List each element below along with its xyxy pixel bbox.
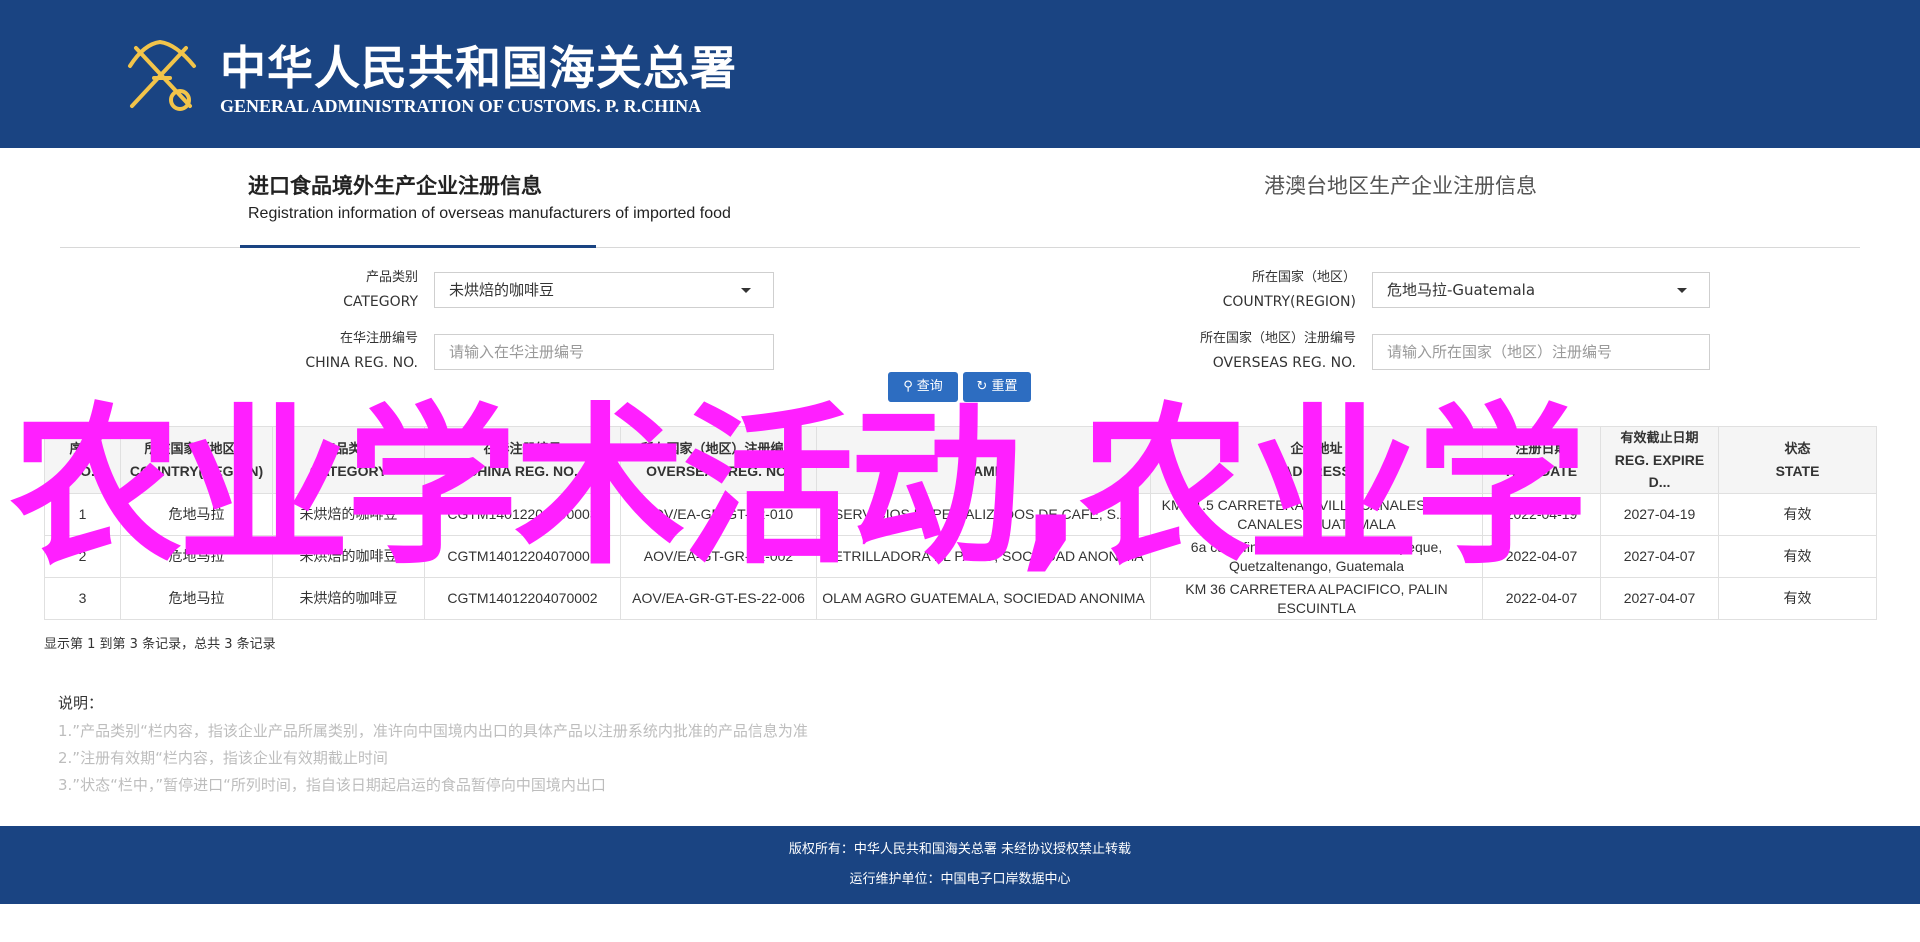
cell-expire-date: 2027-04-19 bbox=[1600, 493, 1719, 536]
overseas-reg-label-en: OVERSEAS REG. NO. bbox=[1212, 355, 1356, 371]
category-select[interactable]: 未烘焙的咖啡豆 bbox=[434, 272, 774, 308]
caret-down-icon bbox=[741, 288, 751, 293]
category-label-en: CATEGORY bbox=[343, 294, 418, 310]
overseas-reg-input[interactable]: 请输入所在国家（地区）注册编号 bbox=[1372, 334, 1710, 370]
note-item: 2.”注册有效期“栏内容，指该企业有效期截止时间 bbox=[58, 749, 388, 767]
country-select[interactable]: 危地马拉-Guatemala bbox=[1372, 272, 1710, 308]
china-reg-label-cn: 在华注册编号 bbox=[339, 331, 418, 346]
cell-state: 有效 bbox=[1718, 577, 1877, 620]
tab-overseas-registration[interactable]: 进口食品境外生产企业注册信息 bbox=[248, 170, 808, 200]
china-reg-label-en: CHINA REG. NO. bbox=[305, 355, 418, 371]
overseas-reg-label-cn: 所在国家（地区）注册编号 bbox=[1199, 331, 1356, 346]
cell-expire-date: 2027-04-07 bbox=[1600, 577, 1719, 620]
tab-active-indicator bbox=[240, 245, 596, 248]
site-header: 中华人民共和国海关总署 GENERAL ADMINISTRATION OF CU… bbox=[0, 0, 1920, 148]
footer-maintainer: 运行维护单位：中国电子口岸数据中心 bbox=[849, 872, 1071, 887]
col-header-state[interactable]: 状态 STATE bbox=[1718, 426, 1877, 494]
cell-state: 有效 bbox=[1718, 535, 1877, 578]
category-label: 产品类别 CATEGORY bbox=[300, 266, 418, 314]
china-reg-input[interactable]: 请输入在华注册编号 bbox=[434, 334, 774, 370]
cell-expire-date: 2027-04-07 bbox=[1600, 535, 1719, 578]
overseas-reg-placeholder: 请输入所在国家（地区）注册编号 bbox=[1387, 343, 1613, 361]
country-label: 所在国家（地区） COUNTRY(REGION) bbox=[1150, 266, 1356, 314]
cell-state: 有效 bbox=[1718, 493, 1877, 536]
note-item: 3.”状态“栏中，”暂停进口“所列时间，指自该日期起启运的食品暂停向中国境内出口 bbox=[58, 776, 606, 794]
china-reg-label: 在华注册编号 CHINA REG. NO. bbox=[280, 327, 418, 375]
col-header-expire-date[interactable]: 有效截止日期 REG. EXPIRE D... bbox=[1600, 426, 1719, 494]
country-label-en: COUNTRY(REGION) bbox=[1222, 294, 1356, 310]
overseas-reg-label: 所在国家（地区）注册编号 OVERSEAS REG. NO. bbox=[1150, 327, 1356, 375]
category-label-cn: 产品类别 bbox=[365, 270, 418, 285]
site-title-en: GENERAL ADMINISTRATION OF CUSTOMS. P. R.… bbox=[220, 96, 702, 116]
notes-title: 说明： bbox=[58, 694, 104, 712]
customs-emblem-icon bbox=[128, 39, 196, 111]
footer-copyright: 版权所有：中华人民共和国海关总署 未经协议授权禁止转载 bbox=[788, 842, 1132, 857]
overlay-watermark-text: 农业学术活动,农业学 bbox=[10, 387, 1587, 588]
country-label-cn: 所在国家（地区） bbox=[1251, 270, 1356, 285]
tab-overseas-registration-en[interactable]: Registration information of overseas man… bbox=[248, 205, 731, 223]
country-select-value: 危地马拉-Guatemala bbox=[1387, 281, 1536, 299]
note-item: 1.”产品类别“栏内容，指该企业产品所属类别，准许向中国境内出口的具体产品以注册… bbox=[58, 722, 808, 740]
tab-hk-macao-taiwan[interactable]: 港澳台地区生产企业注册信息 bbox=[1264, 170, 1537, 200]
pagination-info: 显示第 1 到第 3 条记录，总共 3 条记录 bbox=[44, 637, 276, 652]
category-select-value: 未烘焙的咖啡豆 bbox=[449, 281, 555, 299]
site-footer: 版权所有：中华人民共和国海关总署 未经协议授权禁止转载 运行维护单位：中国电子口… bbox=[0, 826, 1920, 904]
caret-down-icon bbox=[1677, 288, 1687, 293]
china-reg-placeholder: 请输入在华注册编号 bbox=[449, 343, 585, 361]
site-title-cn: 中华人民共和国海关总署 bbox=[220, 41, 737, 95]
